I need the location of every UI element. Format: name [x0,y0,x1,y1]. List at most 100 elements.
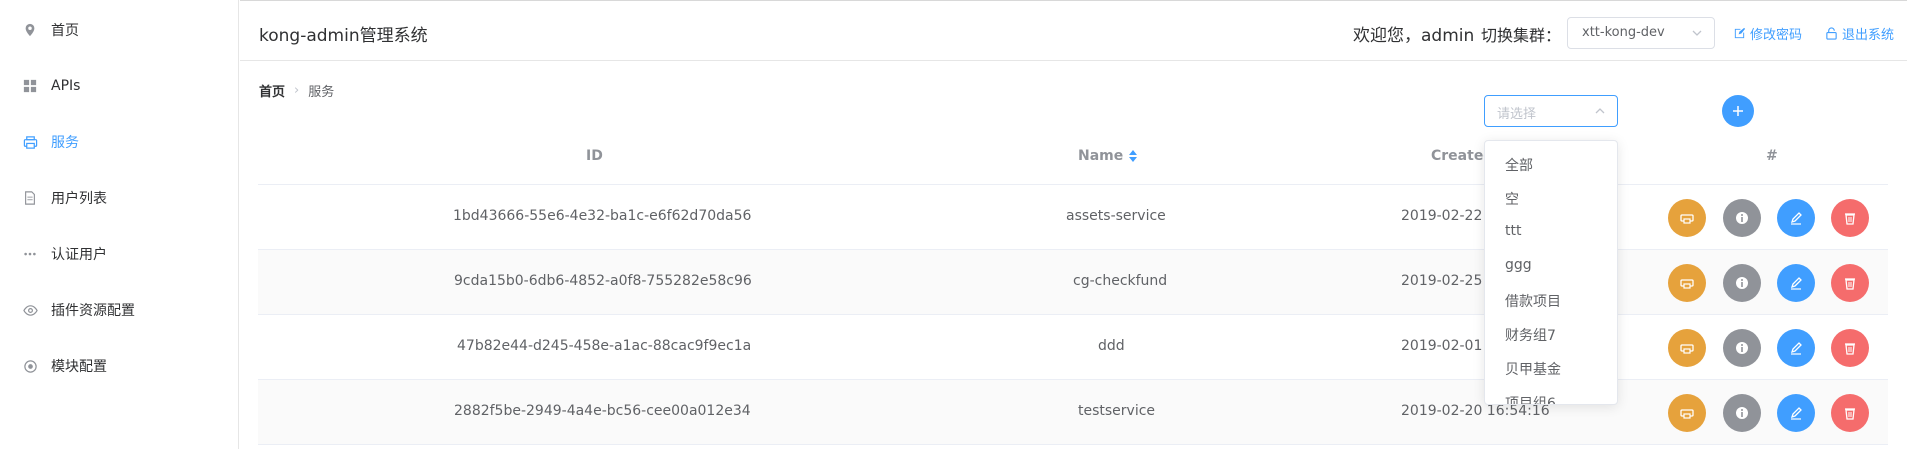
dropdown-option[interactable]: 全部 [1505,155,1533,175]
sidebar-item-plugin-config[interactable]: 插件资源配置 [0,282,239,338]
cell-created: 2019-02-20 16:54:16 [1401,403,1550,419]
cell-created: 2019-02-01 [1401,338,1483,354]
column-header-name[interactable]: Name [1078,148,1138,164]
sort-icon[interactable] [1129,150,1138,162]
breadcrumb-separator-icon: › [294,83,300,98]
edit-icon [1790,342,1802,355]
sidebar-item-services[interactable]: 服务 [0,114,239,170]
delete-button[interactable] [1831,264,1869,302]
dropdown-option[interactable]: 财务组7 [1505,325,1556,345]
dropdown-arrow [1508,141,1526,149]
edit-button[interactable] [1777,329,1815,367]
cell-created: 2019-02-25 [1401,273,1483,289]
print-button[interactable] [1668,199,1706,237]
cell-name: cg-checkfund [1073,273,1168,289]
more-icon [22,246,38,262]
edit-button[interactable] [1777,394,1815,432]
info-icon [1736,212,1748,224]
sidebar-item-label: 认证用户 [51,247,107,263]
sidebar-item-label: APIs [51,78,81,94]
info-icon [1736,342,1748,354]
table-row: 2882f5be-2949-4a4e-bc56-cee00a012e34 tes… [258,380,1888,445]
sidebar-item-module-config[interactable]: 模块配置 [0,338,239,394]
edit-icon [1790,277,1802,290]
app-title: kong-admin管理系统 [259,26,428,46]
info-button[interactable] [1723,264,1761,302]
group-filter-select[interactable]: 请选择 [1484,95,1618,127]
breadcrumb-current: 服务 [308,85,335,100]
group-filter-dropdown: 全部 空 ttt ggg 借款项目 财务组7 贝甲基金 项目组6 [1484,140,1618,405]
document-icon [22,190,38,206]
print-button[interactable] [1668,394,1706,432]
location-icon [22,22,38,38]
cell-id: 47b82e44-d245-458e-a1ac-88cac9f9ec1a [457,338,752,354]
info-icon [1736,277,1748,289]
sidebar-item-label: 用户列表 [51,191,107,207]
trash-icon [1845,343,1855,355]
change-password-link[interactable]: 修改密码 [1733,24,1802,43]
printer-icon [1680,279,1694,289]
sidebar-item-label: 服务 [51,135,79,151]
cluster-select[interactable]: xtt-kong-dev [1567,17,1715,49]
column-header-name-label: Name [1078,148,1124,164]
add-service-button[interactable] [1722,95,1754,127]
cell-name: ddd [1098,338,1125,354]
info-button[interactable] [1723,199,1761,237]
module-icon [22,358,38,374]
grid-icon [22,78,38,94]
change-password-label: 修改密码 [1750,28,1803,43]
edit-icon [1734,27,1746,39]
logout-label: 退出系统 [1842,28,1895,43]
cluster-select-value: xtt-kong-dev [1582,25,1665,40]
dropdown-option[interactable]: ggg [1505,257,1532,273]
delete-button[interactable] [1831,394,1869,432]
table-header: ID Name Created # [258,130,1888,185]
print-button[interactable] [1668,329,1706,367]
plus-icon [1733,106,1743,116]
trash-icon [1845,408,1855,420]
cell-id: 1bd43666-55e6-4e32-ba1c-e6f62d70da56 [453,208,752,224]
dropdown-option[interactable]: 借款项目 [1505,291,1561,311]
dropdown-option[interactable]: 贝甲基金 [1505,359,1561,379]
printer-icon [1680,409,1694,419]
info-button[interactable] [1723,394,1761,432]
cell-name: testservice [1078,403,1156,419]
dropdown-option[interactable]: 项目组6 [1505,393,1556,404]
sidebar: 首页 APIs 服务 用户列表 认证用户 插件资源配置 模块配置 [0,0,239,449]
header: kong-admin管理系统 欢迎您，admin 切换集群： xtt-kong-… [240,0,1907,61]
sidebar-item-label: 首页 [51,23,79,39]
sidebar-item-auth-users[interactable]: 认证用户 [0,226,239,282]
table-row: 47b82e44-d245-458e-a1ac-88cac9f9ec1a ddd… [258,315,1888,380]
logout-link[interactable]: 退出系统 [1825,24,1894,43]
cell-name: assets-service [1066,208,1166,224]
lock-icon [1826,27,1837,40]
edit-icon [1790,212,1802,225]
trash-icon [1845,213,1855,225]
delete-button[interactable] [1831,329,1869,367]
printer-icon [1680,344,1694,354]
sidebar-item-apis[interactable]: APIs [0,58,239,114]
cell-id: 9cda15b0-6db6-4852-a0f8-755282e58c96 [454,273,752,289]
chevron-down-icon [1690,26,1704,40]
edit-button[interactable] [1777,199,1815,237]
welcome-text: 欢迎您，admin [1353,26,1475,46]
edit-icon [1790,407,1802,420]
group-filter-placeholder: 请选择 [1497,107,1537,122]
table-row: 9cda15b0-6db6-4852-a0f8-755282e58c96 cg-… [258,250,1888,315]
edit-button[interactable] [1777,264,1815,302]
info-icon [1736,407,1748,419]
delete-button[interactable] [1831,199,1869,237]
info-button[interactable] [1723,329,1761,367]
sidebar-item-users[interactable]: 用户列表 [0,170,239,226]
column-header-actions: # [1766,148,1778,164]
sidebar-item-home[interactable]: 首页 [0,2,239,58]
dropdown-option[interactable]: ttt [1505,223,1521,239]
breadcrumb: 首页 › 服务 [259,81,334,100]
column-header-id: ID [586,148,603,164]
sidebar-item-label: 插件资源配置 [51,303,135,319]
print-button[interactable] [1668,264,1706,302]
dropdown-option[interactable]: 空 [1505,189,1519,209]
cell-id: 2882f5be-2949-4a4e-bc56-cee00a012e34 [454,403,751,419]
cell-created: 2019-02-22 [1401,208,1483,224]
breadcrumb-home[interactable]: 首页 [259,81,285,100]
